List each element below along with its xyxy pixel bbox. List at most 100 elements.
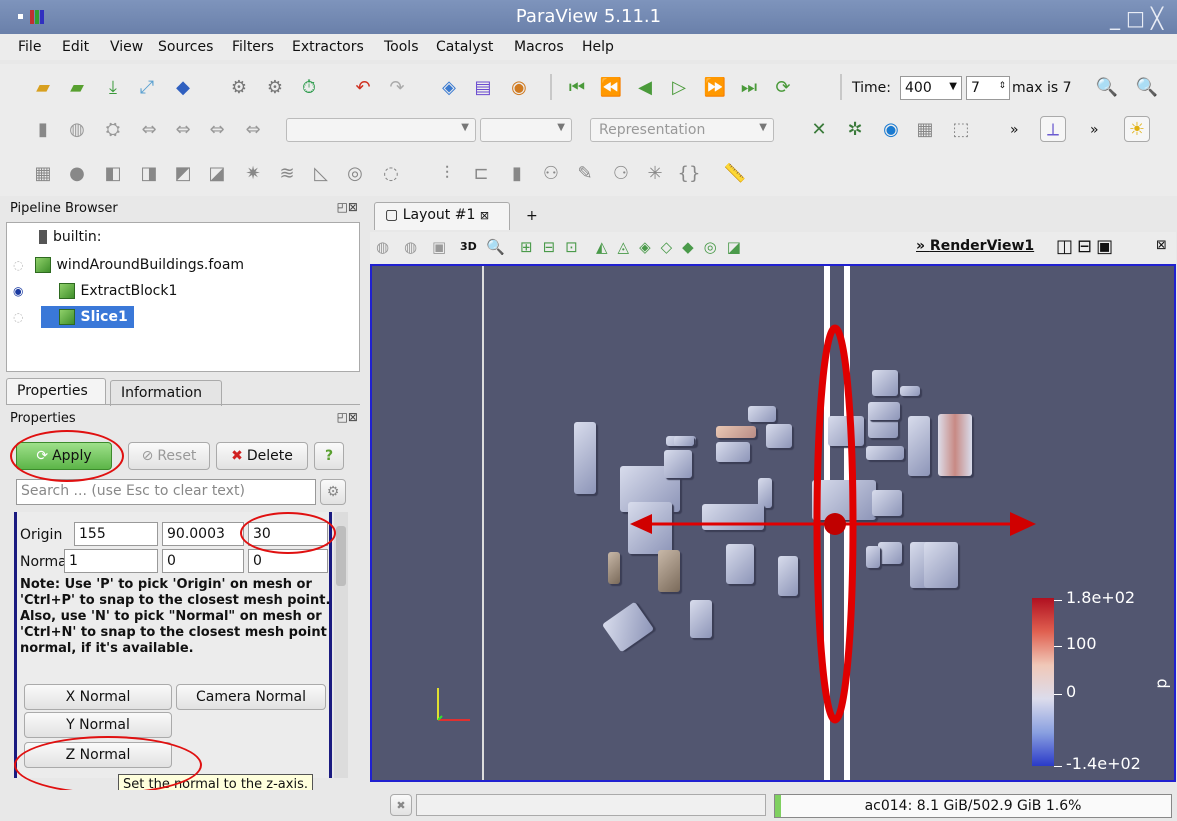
probe-icon[interactable]: ⊏: [468, 160, 494, 186]
help-button[interactable]: ?: [314, 442, 344, 470]
plot-over-line-icon[interactable]: ⫶: [434, 160, 460, 186]
warp-icon[interactable]: ◺: [308, 160, 334, 186]
reverse-play-icon[interactable]: ◀: [632, 74, 658, 100]
menu-catalyst[interactable]: Catalyst: [436, 39, 493, 55]
first-frame-icon[interactable]: ⏮: [564, 74, 590, 100]
next-frame-icon[interactable]: ⏩: [702, 74, 728, 100]
arrow-tail-icon[interactable]: [630, 514, 652, 534]
pipeline-item-slice[interactable]: ◌ Slice1: [13, 305, 134, 329]
camera-redo-icon[interactable]: ▣: [432, 238, 446, 256]
pipeline-item-extractblock[interactable]: ◉ ExtractBlock1: [13, 279, 177, 303]
arrow-head-icon[interactable]: [1010, 512, 1036, 536]
eye-closed-icon[interactable]: ◌: [13, 310, 23, 324]
color-by-icon[interactable]: ◍: [64, 116, 90, 142]
close-button[interactable]: ╳: [1151, 6, 1169, 30]
camera-undo-icon[interactable]: ◍: [404, 238, 417, 256]
time-step-spinbox[interactable]: 7 ⇕: [966, 76, 1010, 100]
menu-file[interactable]: File: [18, 39, 41, 55]
connect-icon[interactable]: ⤢: [134, 74, 160, 100]
edit-icon[interactable]: ✎: [572, 160, 598, 186]
panel-float-close-icon[interactable]: ◰⊠: [337, 410, 358, 424]
ruler-icon[interactable]: 📏: [722, 160, 748, 186]
menu-help[interactable]: Help: [582, 39, 614, 55]
scrollbar-thumb[interactable]: [336, 526, 346, 586]
color-legend-bar[interactable]: [1032, 598, 1054, 766]
menu-extractors[interactable]: Extractors: [292, 39, 364, 55]
time-value-combo[interactable]: 400 ▼: [900, 76, 962, 100]
contour-icon[interactable]: ●: [64, 160, 90, 186]
undo-icon[interactable]: ↶: [350, 74, 376, 100]
x-normal-button[interactable]: X Normal: [24, 684, 172, 710]
slice-origin-handle[interactable]: [824, 513, 846, 535]
normal-x-input[interactable]: 1: [64, 549, 158, 573]
orientation-icon[interactable]: ◉: [878, 116, 904, 142]
search-input[interactable]: Search ... (use Esc to clear text): [16, 479, 316, 505]
previous-frame-icon[interactable]: ⏪: [598, 74, 624, 100]
clear-output-icon[interactable]: ✖: [390, 794, 412, 816]
component-combo[interactable]: ▼: [480, 118, 572, 142]
palette-icon[interactable]: ◉: [506, 74, 532, 100]
menu-view[interactable]: View: [110, 39, 143, 55]
delete-button[interactable]: ✖ Delete: [216, 442, 308, 470]
add-layout-tab[interactable]: +: [526, 208, 538, 224]
disconnect-icon[interactable]: ◆: [170, 74, 196, 100]
overflow-icon[interactable]: »: [1010, 122, 1019, 138]
zoom-icon[interactable]: 🔍: [486, 238, 505, 256]
edit-colormap-icon[interactable]: ▤: [470, 74, 496, 100]
reset-button[interactable]: ⊘ Reset: [128, 442, 210, 470]
axes-grid-icon[interactable]: ⟂: [1040, 116, 1066, 142]
rescale-visible-icon[interactable]: ⇔: [170, 116, 196, 142]
tab-information[interactable]: Information: [110, 380, 222, 406]
loop-icon[interactable]: ⟳: [770, 74, 796, 100]
zoom-plus-icon[interactable]: 🔍: [1134, 74, 1160, 100]
reset-camera-icon[interactable]: ✕: [806, 116, 832, 142]
menu-filters[interactable]: Filters: [232, 39, 274, 55]
selection-tools-icon[interactable]: ⊞⊟⊡: [520, 238, 588, 256]
properties-scrollbar[interactable]: [334, 512, 348, 778]
zoom-data-icon[interactable]: 🔍: [1094, 74, 1120, 100]
rescale-icon[interactable]: ⛭: [100, 116, 126, 142]
gear-icon[interactable]: ⚙: [320, 479, 346, 505]
camera-normal-button[interactable]: Camera Normal: [176, 684, 326, 710]
memory-inspector[interactable]: ac014: 8.1 GiB/502.9 GiB 1.6%: [774, 794, 1172, 818]
rescale-range-icon[interactable]: ⇔: [240, 116, 266, 142]
slice-icon[interactable]: ◨: [136, 160, 162, 186]
eye-open-icon[interactable]: ◉: [13, 284, 23, 298]
split-view-icons[interactable]: ◫⊟▣: [1056, 236, 1117, 257]
play-icon[interactable]: ▷: [666, 74, 692, 100]
y-normal-button[interactable]: Y Normal: [24, 712, 172, 738]
timer-icon[interactable]: ⏱: [296, 74, 322, 100]
close-tab-icon[interactable]: ⊠: [480, 209, 489, 222]
calculator-icon[interactable]: ▦: [30, 160, 56, 186]
panel-float-close-icon[interactable]: ◰⊠: [337, 200, 358, 214]
menu-edit[interactable]: Edit: [62, 39, 89, 55]
redo-icon[interactable]: ↷: [384, 74, 410, 100]
color-legend-icon[interactable]: ▮: [30, 116, 56, 142]
zoom-box-icon[interactable]: ⬚: [948, 116, 974, 142]
clip-icon[interactable]: ◧: [100, 160, 126, 186]
selection-modes-icon[interactable]: ◭◬◈◇◆◎◪: [596, 238, 751, 256]
python-calc-icon[interactable]: {}: [676, 160, 702, 186]
interaction-icon[interactable]: ▦: [912, 116, 938, 142]
capture-icon[interactable]: ◍: [376, 238, 389, 256]
close-view-icon[interactable]: ⊠: [1156, 238, 1167, 253]
eye-closed-icon[interactable]: ◌: [13, 258, 23, 272]
normal-y-input[interactable]: 0: [162, 549, 244, 573]
toggle-3d-button[interactable]: 3D: [460, 240, 477, 253]
menu-sources[interactable]: Sources: [158, 39, 213, 55]
tab-properties[interactable]: Properties: [6, 378, 106, 404]
save-data-icon[interactable]: ▰: [64, 74, 90, 100]
render-view[interactable]: 1.8e+02 100 0 -1.4e+02 p: [370, 264, 1176, 782]
rescale-time-icon[interactable]: ⇔: [204, 116, 230, 142]
rescale-custom-icon[interactable]: ⇔: [136, 116, 162, 142]
maximize-button[interactable]: □: [1126, 6, 1151, 30]
tab-layout-1[interactable]: ▢ Layout #1 ⊠: [374, 202, 510, 230]
color-array-combo[interactable]: ▼: [286, 118, 476, 142]
glyph-icon[interactable]: ✷: [240, 160, 266, 186]
histogram-icon[interactable]: ▮: [504, 160, 530, 186]
representation-combo[interactable]: Representation ▼: [590, 118, 774, 142]
python-shell-icon[interactable]: ⚙: [262, 74, 288, 100]
threshold-icon[interactable]: ◩: [170, 160, 196, 186]
open-file-icon[interactable]: ▰: [30, 74, 56, 100]
group-datasets-icon[interactable]: ◎: [342, 160, 368, 186]
